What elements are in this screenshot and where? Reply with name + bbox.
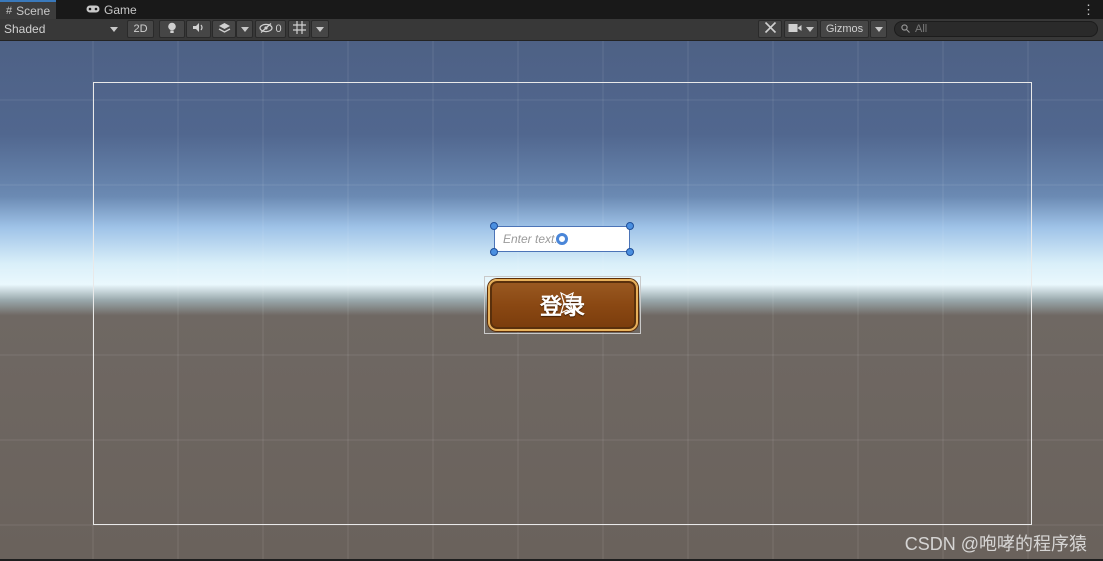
- chevron-down-icon: [240, 26, 249, 32]
- search-icon: [901, 22, 911, 36]
- gizmos-label: Gizmos: [825, 23, 864, 35]
- tab-scene-label: Scene: [16, 3, 51, 18]
- hidden-objects-toggle[interactable]: 0: [255, 20, 286, 38]
- chevron-down-icon: [806, 26, 814, 32]
- grid-snapping-button[interactable]: [288, 20, 310, 38]
- more-options-icon[interactable]: ⋮: [1082, 2, 1095, 18]
- chevron-down-icon: [874, 26, 883, 32]
- pivot-handle[interactable]: [556, 233, 568, 245]
- chevron-down-icon: [316, 26, 324, 32]
- shading-mode-label: Shaded: [4, 22, 46, 36]
- gamepad-icon: [86, 4, 100, 16]
- scene-toolbar: Shaded 2D 0 Gizmos All: [0, 19, 1103, 41]
- grid-dropdown[interactable]: [311, 20, 329, 38]
- eye-hidden-icon: [259, 22, 274, 36]
- grid-icon: #: [6, 4, 13, 17]
- grid-snap-icon: [292, 21, 306, 37]
- camera-icon: [788, 23, 802, 36]
- gizmos-dropdown[interactable]: [870, 20, 887, 38]
- gizmos-button[interactable]: Gizmos: [820, 20, 869, 38]
- rect-handle-top-right[interactable]: [626, 222, 634, 230]
- rect-tool-anchor-icon: [560, 291, 574, 315]
- tab-bar: # Scene Game ⋮: [0, 0, 1103, 20]
- scene-viewport[interactable]: Enter text... 登录 CSDN @咆哮的程序猿: [0, 41, 1103, 559]
- toggle-2d-label: 2D: [133, 23, 148, 35]
- layers-icon: [218, 22, 231, 36]
- effects-dropdown[interactable]: [236, 20, 253, 38]
- speaker-icon: [192, 22, 205, 36]
- chevron-down-icon: [110, 26, 118, 32]
- lightbulb-icon: [167, 22, 177, 37]
- camera-settings-dropdown[interactable]: [784, 20, 818, 38]
- effects-toggle-button[interactable]: [212, 20, 236, 38]
- shading-mode-dropdown[interactable]: Shaded: [0, 20, 122, 38]
- wrench-icon: [764, 21, 777, 37]
- tab-game[interactable]: Game: [80, 0, 143, 19]
- search-placeholder: All: [915, 23, 928, 35]
- rect-handle-bottom-left[interactable]: [490, 248, 498, 256]
- toggle-2d-button[interactable]: 2D: [127, 20, 154, 38]
- hierarchy-search-input[interactable]: All: [894, 21, 1098, 37]
- rect-handle-top-left[interactable]: [490, 222, 498, 230]
- tab-scene[interactable]: # Scene: [0, 0, 57, 19]
- tab-game-label: Game: [104, 2, 137, 17]
- tools-button[interactable]: [758, 20, 782, 38]
- lighting-toggle-button[interactable]: [159, 20, 185, 38]
- audio-toggle-button[interactable]: [186, 20, 211, 38]
- watermark: CSDN @咆哮的程序猿: [904, 534, 1087, 554]
- hidden-count: 0: [275, 23, 282, 35]
- rect-handle-bottom-right[interactable]: [626, 248, 634, 256]
